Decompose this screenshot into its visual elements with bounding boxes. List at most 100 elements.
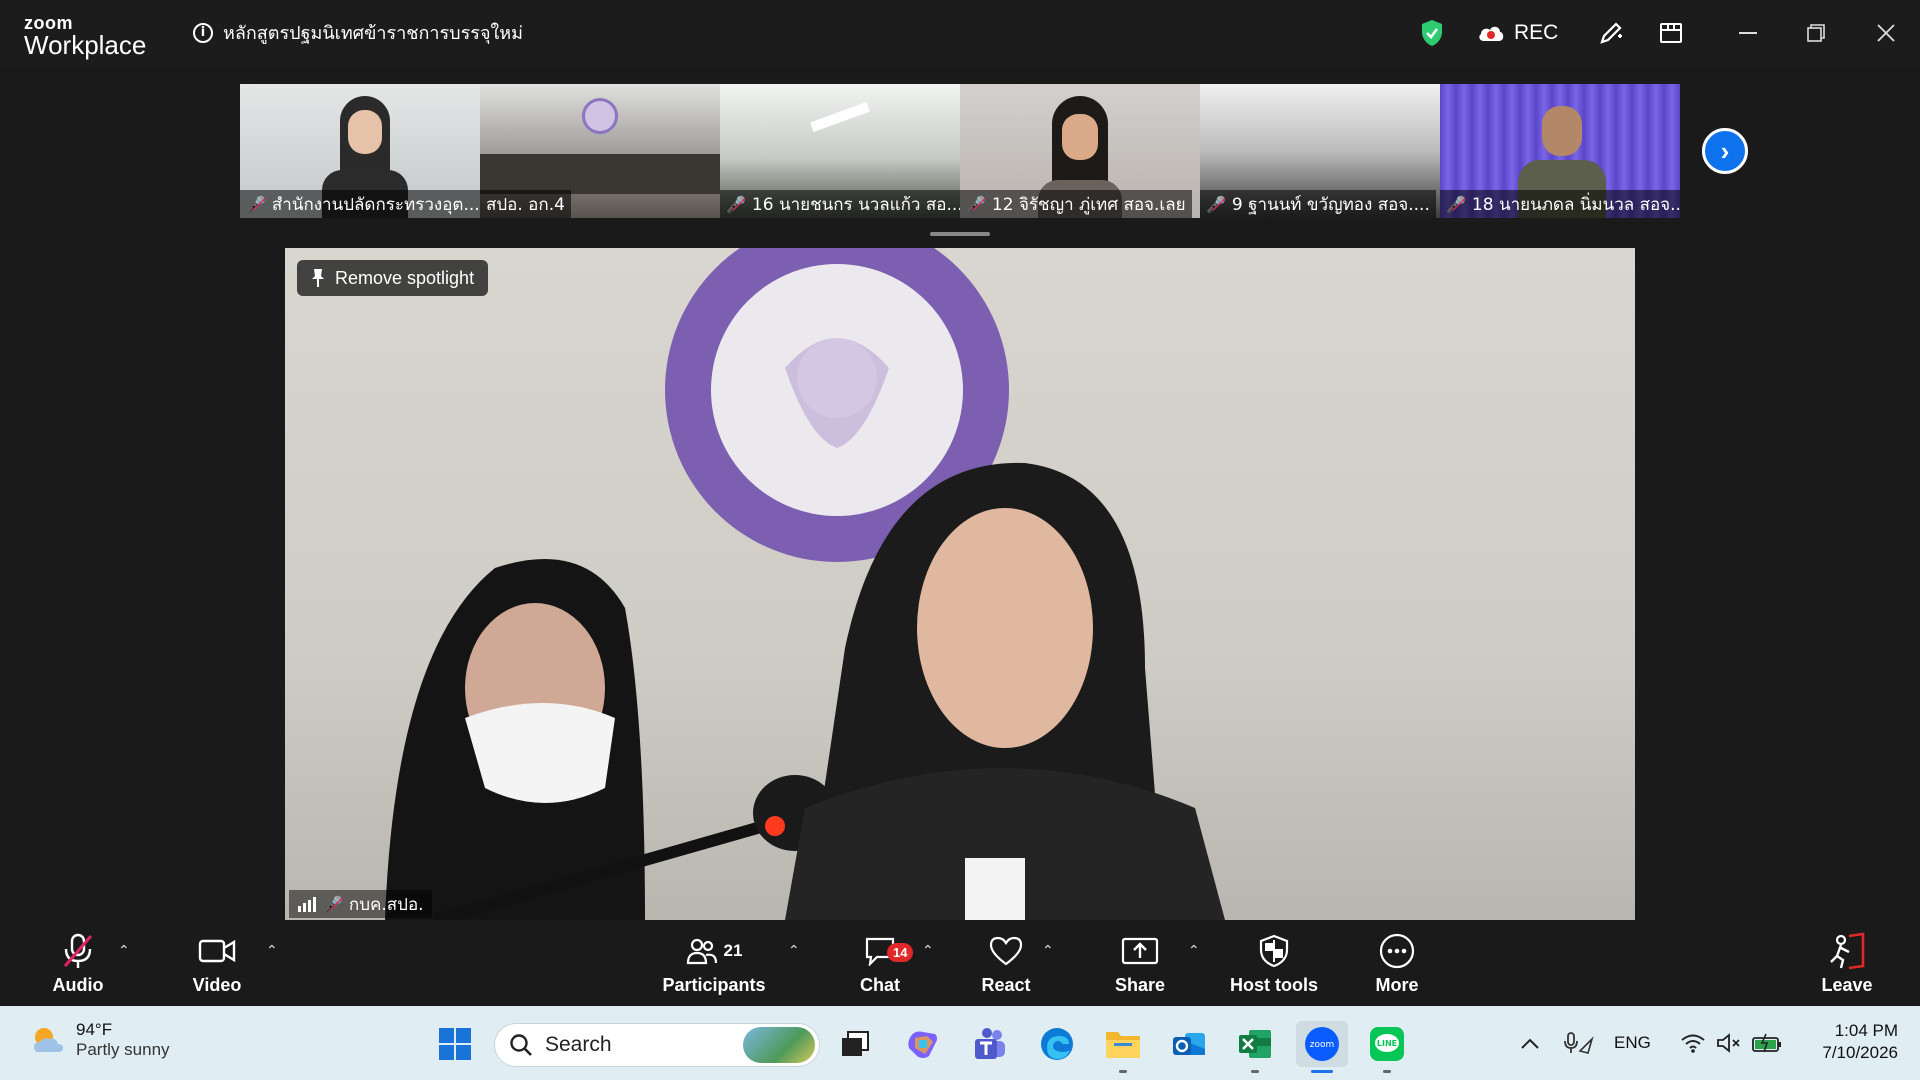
heart-icon <box>989 936 1023 965</box>
logo-text-workplace: Workplace <box>24 30 147 60</box>
language-text: ENG <box>1614 1033 1651 1052</box>
mic-muted-icon: 🎤̸ <box>246 194 266 214</box>
wifi-icon[interactable] <box>1680 1006 1706 1080</box>
video-options-chevron-icon[interactable]: ⌃ <box>266 942 278 959</box>
signal-strength-icon <box>298 897 316 912</box>
meeting-toolbar: Audio ⌃ Video ⌃ 21 Participants ⌃ 14 Cha… <box>0 920 1920 1006</box>
more-dots-icon <box>1379 933 1415 968</box>
more-label: More <box>1375 974 1419 995</box>
participant-thumbnail-strip: 🎤̸ สำนักงานปลัดกระทรวงอุต... สปอ. อก.4 🎤̸… <box>240 84 1680 218</box>
active-indicator <box>1311 1070 1333 1073</box>
leave-button[interactable]: Leave <box>1807 920 1887 1006</box>
strip-resize-handle[interactable] <box>930 232 990 236</box>
windows-taskbar: 94°F Partly sunny Search zoom LINE ENG 1… <box>0 1006 1920 1080</box>
teams-icon[interactable] <box>966 1021 1012 1067</box>
participant-thumbnail[interactable]: 🎤̸ 12 จิรัชญา ภู่เทศ สอจ.เลย <box>960 84 1200 218</box>
zoom-workplace-logo: zoom Workplace <box>24 14 146 58</box>
mic-muted-icon: 🎤̸ <box>726 194 746 214</box>
participant-thumbnail[interactable]: 🎤̸ 16 นายชนกร นวลแก้ว สอ... <box>720 84 960 218</box>
excel-icon[interactable] <box>1232 1021 1278 1073</box>
volume-muted-icon[interactable] <box>1716 1006 1742 1080</box>
mic-muted-icon: 🎤̸ <box>966 194 986 214</box>
remove-spotlight-button[interactable]: Remove spotlight <box>297 260 489 296</box>
chat-options-chevron-icon[interactable]: ⌃ <box>922 942 934 959</box>
participant-thumbnail[interactable]: 🎤̸ สำนักงานปลัดกระทรวงอุต... <box>240 84 480 218</box>
participant-thumbnail[interactable]: 🎤̸ 9 ฐานนท์ ขวัญทอง สอจ.... <box>1200 84 1440 218</box>
chat-label: Chat <box>860 974 900 995</box>
line-app-icon[interactable]: LINE <box>1364 1021 1410 1073</box>
svg-text:LINE: LINE <box>1377 1039 1397 1048</box>
taskbar-search-box[interactable]: Search <box>494 1023 820 1067</box>
search-placeholder: Search <box>545 1033 612 1056</box>
chat-unread-badge: 14 <box>887 942 914 962</box>
temperature-text: 94°F <box>76 1020 113 1039</box>
weather-description: Partly sunny <box>76 1040 170 1059</box>
thumbnail-name-label: 🎤̸ 18 นายนภดล นิ่มนวล สอจ... <box>1440 190 1680 218</box>
search-highlight-image <box>743 1027 815 1063</box>
annotate-pen-icon[interactable] <box>1586 0 1636 66</box>
leave-label: Leave <box>1821 974 1873 995</box>
react-options-chevron-icon[interactable]: ⌃ <box>1042 942 1054 959</box>
show-hidden-icons-chevron-icon[interactable] <box>1520 1006 1540 1080</box>
more-button[interactable]: More <box>1357 920 1437 1006</box>
outlook-icon[interactable] <box>1166 1021 1212 1067</box>
copilot-icon[interactable] <box>900 1021 946 1067</box>
react-button[interactable]: React <box>966 920 1046 1006</box>
partly-sunny-icon <box>34 1028 63 1052</box>
view-layout-icon[interactable] <box>1646 0 1696 66</box>
participant-thumbnail[interactable]: 🎤̸ 18 นายนภดล นิ่มนวล สอจ... <box>1440 84 1680 218</box>
main-participant-name: กบค.สปอ. <box>348 894 424 915</box>
title-bar: zoom Workplace i หลักสูตรปฐมนิเทศข้าราชก… <box>0 0 1920 66</box>
thumbnail-name-label: 🎤̸ 12 จิรัชญา ภู่เทศ สอจ.เลย <box>960 190 1192 218</box>
share-screen-icon <box>1121 937 1159 964</box>
thumbnail-name-label: 🎤̸ สำนักงานปลัดกระทรวงอุต... <box>240 190 480 218</box>
remove-spotlight-label: Remove spotlight <box>335 267 475 288</box>
close-button[interactable] <box>1856 0 1916 66</box>
video-camera-icon <box>198 939 236 962</box>
encryption-shield-icon[interactable] <box>1410 0 1454 66</box>
running-indicator <box>1251 1070 1259 1073</box>
restore-button[interactable] <box>1786 0 1846 66</box>
share-button[interactable]: Share <box>1100 920 1180 1006</box>
host-tools-button[interactable]: Host tools <box>1224 920 1324 1006</box>
clock-time: 1:04 PM <box>1834 1021 1898 1040</box>
file-explorer-icon[interactable] <box>1100 1021 1146 1073</box>
share-options-chevron-icon[interactable]: ⌃ <box>1188 942 1200 959</box>
participants-button[interactable]: 21 Participants <box>654 920 774 1006</box>
participant-thumbnail[interactable]: สปอ. อก.4 <box>480 84 720 218</box>
next-page-chevron-icon[interactable]: › <box>1702 128 1748 174</box>
microphone-muted-icon <box>63 933 93 968</box>
audio-button[interactable]: Audio <box>38 920 118 1006</box>
audio-label: Audio <box>52 974 104 995</box>
running-indicator <box>1119 1070 1127 1073</box>
edge-browser-icon[interactable] <box>1034 1021 1080 1067</box>
zoom-app-icon[interactable]: zoom <box>1296 1021 1348 1073</box>
recording-indicator[interactable]: REC <box>1476 0 1558 66</box>
chat-button[interactable]: 14 Chat <box>840 920 920 1006</box>
battery-charging-icon[interactable] <box>1752 1006 1782 1080</box>
rec-label: REC <box>1514 21 1559 44</box>
minimize-button[interactable] <box>1718 0 1778 66</box>
task-view-icon[interactable] <box>832 1021 878 1067</box>
mic-muted-icon: 🎤̸ <box>1446 194 1466 214</box>
system-clock[interactable]: 1:04 PM 7/10/2026 <box>1802 1020 1898 1064</box>
audio-options-chevron-icon[interactable]: ⌃ <box>118 942 130 959</box>
spotlight-video[interactable]: Remove spotlight 🎤̸ กบค.สปอ. <box>285 248 1635 920</box>
info-icon[interactable]: i <box>193 22 213 43</box>
leave-door-icon <box>1830 932 1865 969</box>
thumbnail-name-label: 🎤̸ 16 นายชนกร นวลแก้ว สอ... <box>720 190 960 218</box>
search-icon <box>510 1034 532 1056</box>
participants-options-chevron-icon[interactable]: ⌃ <box>788 942 800 959</box>
video-button[interactable]: Video <box>177 920 257 1006</box>
participants-label: Participants <box>662 974 766 995</box>
windows-start-icon[interactable] <box>432 1021 478 1067</box>
weather-widget[interactable]: 94°F Partly sunny <box>30 1020 170 1060</box>
mic-muted-icon: 🎤̸ <box>1206 194 1226 214</box>
microphone-in-use-icon[interactable] <box>1562 1006 1594 1080</box>
meeting-title: หลักสูตรปฐมนิเทศข้าราชการบรรจุใหม่ <box>223 23 524 44</box>
pin-icon <box>312 269 324 287</box>
language-indicator[interactable]: ENG <box>1614 1006 1651 1080</box>
meeting-info[interactable]: i หลักสูตรปฐมนิเทศข้าราชการบรรจุใหม่ <box>193 18 523 47</box>
clock-date: 7/10/2026 <box>1822 1043 1898 1062</box>
mic-muted-icon: 🎤̸ <box>323 894 343 914</box>
